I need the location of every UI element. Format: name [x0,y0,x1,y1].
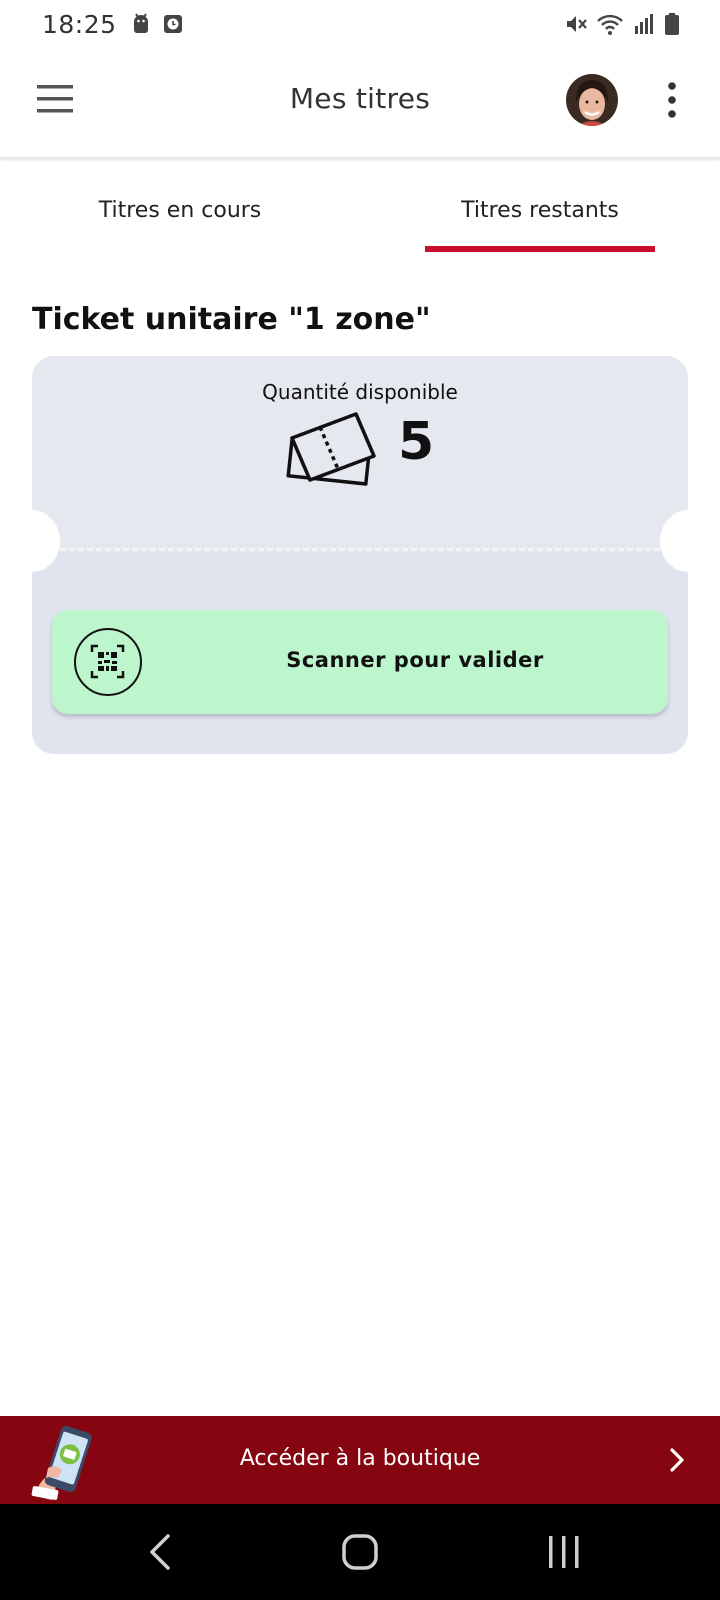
quantity-label: Quantité disponible [262,380,458,404]
status-bar: 18:25 [0,0,720,48]
app-bar: Mes titres [0,48,720,158]
quantity-value: 5 [398,412,435,472]
tab-titres-en-cours[interactable]: Titres en cours [0,198,360,223]
tab-selected-indicator [425,246,655,252]
system-nav-bar [0,1504,720,1600]
recents-icon[interactable] [544,1532,584,1572]
tab-bar: Titres en cours Titres restants [0,158,720,254]
ticket-card: Quantité disponible 5 Scanner pour valid… [32,356,688,754]
scan-button-label: Scanner pour valider [286,648,544,672]
signal-icon [635,14,653,34]
ticket-perforation [60,548,660,551]
android-icon [133,13,148,33]
ticket-title: Ticket unitaire "1 zone" [32,302,431,337]
more-vertical-icon [668,82,676,118]
back-icon[interactable] [140,1530,180,1574]
avatar[interactable] [566,74,618,126]
battery-icon [665,13,679,35]
tab-titres-restants[interactable]: Titres restants [360,198,720,223]
clock-icon [163,15,182,33]
tickets-icon [286,412,376,486]
scan-to-validate-button[interactable]: Scanner pour valider [52,610,668,714]
shop-banner-button[interactable]: Accéder à la boutique [0,1416,720,1504]
status-right-icons [564,12,680,36]
ticket-top-section: Quantité disponible 5 [32,356,688,552]
mute-icon [567,16,587,32]
shop-banner-label: Accéder à la boutique [239,1446,481,1471]
more-options-button[interactable] [660,80,684,120]
status-left-icons [131,13,183,35]
status-time: 18:25 [42,9,117,39]
qr-scan-glyph [90,644,125,679]
qr-scan-icon [74,628,142,696]
wifi-icon [597,14,623,35]
avatar-photo [566,74,618,126]
home-icon[interactable] [338,1530,382,1574]
chevron-right-icon [670,1448,684,1472]
